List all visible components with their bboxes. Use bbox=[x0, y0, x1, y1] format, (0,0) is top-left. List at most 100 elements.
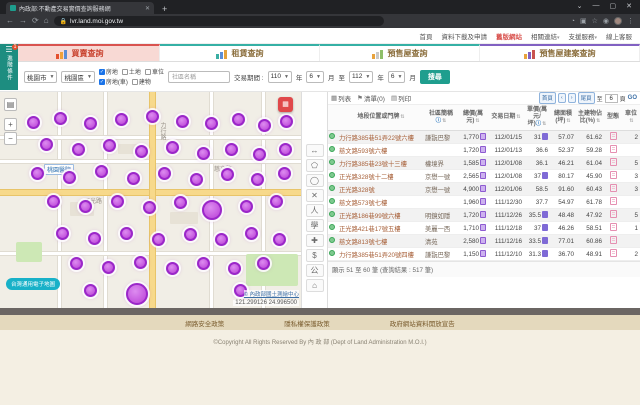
address-link[interactable]: 慈文路813號七樓 bbox=[338, 235, 424, 248]
price-marker[interactable] bbox=[40, 138, 53, 151]
price-detail-icon[interactable] bbox=[480, 133, 486, 140]
extension-icon[interactable]: ◉ bbox=[603, 17, 609, 25]
price-detail-icon[interactable] bbox=[480, 250, 486, 257]
address-link[interactable]: 正光路421巷17號五樓 bbox=[338, 222, 424, 235]
community-name[interactable]: 美麗一西 bbox=[424, 222, 458, 235]
price-marker[interactable] bbox=[135, 145, 148, 158]
price-marker[interactable] bbox=[270, 195, 283, 208]
column-header-交易日期[interactable]: 交易日期 bbox=[488, 105, 524, 131]
address-link[interactable]: 正光路186巷99號六樓 bbox=[338, 209, 424, 222]
price-marker[interactable] bbox=[31, 167, 44, 180]
map-canvas[interactable]: 力行路 正光路 慈文路 桃園醫院 ▤ + − ▦ 台灣通用電子地圖 121.29… bbox=[0, 92, 302, 308]
community-name[interactable]: 權境界 bbox=[424, 157, 458, 170]
address-link[interactable]: 力行路385巷23號十三樓 bbox=[338, 157, 424, 170]
first-page-button[interactable]: 首頁 bbox=[539, 92, 556, 104]
column-header-單價(萬元/坪)[interactable]: 單價(萬元/坪)ⓘ bbox=[524, 105, 550, 131]
table-row[interactable]: 力行路385巷51弄20號四樓謙翫巴黎1,150111/12/1031.336.… bbox=[328, 248, 640, 261]
table-row[interactable]: 力行路385巷51弄22號六樓謙翫巴黎1,770112/01/153157.07… bbox=[328, 131, 640, 144]
map-pin-icon[interactable] bbox=[329, 146, 335, 152]
price-marker[interactable] bbox=[126, 283, 148, 305]
price-marker[interactable] bbox=[84, 284, 97, 297]
price-marker[interactable] bbox=[197, 257, 210, 270]
map-pin-icon[interactable] bbox=[329, 237, 335, 243]
address-link[interactable]: 力行路385巷51弄22號六樓 bbox=[338, 131, 424, 144]
price-marker[interactable] bbox=[158, 167, 171, 180]
table-row[interactable]: 正光路328號京懋一號4,900112/01/0658.591.6060.433 bbox=[328, 183, 640, 196]
to-month-select[interactable]: 6▼ bbox=[388, 71, 406, 83]
price-marker[interactable] bbox=[232, 113, 245, 126]
price-marker[interactable] bbox=[102, 261, 115, 274]
footer-link-網路安全政策[interactable]: 網路安全政策 bbox=[185, 318, 224, 328]
home-poi-icon[interactable]: ⌂ bbox=[306, 279, 324, 292]
map-pin-icon[interactable] bbox=[329, 133, 335, 139]
checkbox-房地(車)[interactable]: ✓房地(車) bbox=[99, 77, 128, 86]
info-icon[interactable]: ⓘ bbox=[436, 118, 442, 124]
column-header-車位[interactable]: 車位 bbox=[622, 105, 640, 131]
column-header-總價(萬元)[interactable]: 總價(萬元) bbox=[458, 105, 488, 131]
nav-link-線上客服[interactable]: 線上客服 bbox=[606, 31, 632, 41]
bank-poi-icon[interactable]: $ bbox=[306, 249, 324, 262]
price-detail-icon[interactable] bbox=[480, 237, 486, 244]
zoom-in-button[interactable]: + bbox=[4, 118, 17, 131]
price-marker[interactable] bbox=[280, 115, 293, 128]
price-marker[interactable] bbox=[228, 262, 241, 275]
price-marker[interactable] bbox=[143, 201, 156, 214]
price-marker[interactable] bbox=[72, 143, 85, 156]
price-marker[interactable] bbox=[205, 117, 218, 130]
checkbox-建物[interactable]: 建物 bbox=[132, 77, 151, 86]
measure-area-icon[interactable]: ⬠ bbox=[306, 159, 324, 172]
tab-租賃查詢[interactable]: 租賃查詢 bbox=[160, 44, 320, 61]
zoom-out-button[interactable]: − bbox=[4, 132, 17, 145]
community-name[interactable]: 謙翫巴黎 bbox=[424, 248, 458, 261]
price-marker[interactable] bbox=[190, 173, 203, 186]
map-attribution[interactable]: © 內政部國土測繪中心 bbox=[244, 290, 299, 298]
unit-price-icon[interactable] bbox=[542, 172, 548, 179]
price-marker[interactable] bbox=[240, 200, 253, 213]
price-marker[interactable] bbox=[152, 233, 165, 246]
price-marker[interactable] bbox=[54, 112, 67, 125]
community-name[interactable] bbox=[424, 196, 458, 209]
building-type-icon[interactable] bbox=[610, 184, 617, 192]
checkbox-房地[interactable]: ✓房地 bbox=[99, 67, 118, 76]
price-marker[interactable] bbox=[103, 139, 116, 152]
map-pin-icon[interactable] bbox=[329, 185, 335, 191]
school-poi-icon[interactable]: 學 bbox=[306, 219, 324, 232]
price-marker[interactable] bbox=[215, 233, 228, 246]
price-marker[interactable] bbox=[127, 172, 140, 185]
table-row[interactable]: 慈文路573號七樓1,960111/12/3037.754.9761.78 bbox=[328, 196, 640, 209]
print-button[interactable]: ▤列印 bbox=[391, 93, 411, 103]
price-marker[interactable] bbox=[221, 168, 234, 181]
price-marker[interactable] bbox=[258, 119, 271, 132]
basemap-button[interactable]: 台灣通用電子地圖 bbox=[6, 278, 60, 290]
price-marker[interactable] bbox=[253, 148, 266, 161]
price-marker[interactable] bbox=[202, 200, 222, 220]
tab-買賣查詢[interactable]: 買賣查詢 bbox=[0, 44, 160, 61]
price-marker[interactable] bbox=[273, 233, 286, 246]
price-marker[interactable] bbox=[134, 256, 147, 269]
extension-icon[interactable]: ☆ bbox=[592, 17, 598, 25]
community-name[interactable] bbox=[424, 144, 458, 157]
saved-list-button[interactable]: ⚑清單(0) bbox=[357, 93, 385, 103]
building-type-icon[interactable] bbox=[610, 171, 617, 179]
column-header-主建物佔比(%)[interactable]: 主建物佔比(%) bbox=[576, 105, 604, 131]
price-marker[interactable] bbox=[120, 227, 133, 240]
price-marker[interactable] bbox=[251, 173, 264, 186]
map-pin-icon[interactable] bbox=[329, 198, 335, 204]
building-type-icon[interactable] bbox=[610, 210, 617, 218]
price-marker[interactable] bbox=[56, 227, 69, 240]
layers-button[interactable]: ▤ bbox=[4, 98, 17, 111]
nav-link-首頁[interactable]: 首頁 bbox=[419, 31, 432, 41]
unit-price-icon[interactable] bbox=[542, 237, 548, 244]
advanced-criteria-toggle[interactable]: ☰ 1 進階條件 bbox=[0, 44, 18, 90]
price-marker[interactable] bbox=[88, 232, 101, 245]
price-marker[interactable] bbox=[111, 195, 124, 208]
price-marker[interactable] bbox=[184, 228, 197, 241]
address-link[interactable]: 正光路328號 bbox=[338, 183, 424, 196]
table-row[interactable]: 力行路385巷23號十三樓權境界1,585112/01/0836.146.216… bbox=[328, 157, 640, 170]
price-detail-icon[interactable] bbox=[480, 146, 486, 153]
nav-link-舊版網站[interactable]: 舊版網站 bbox=[496, 31, 522, 41]
column-header-總面積(坪)[interactable]: 總面積(坪) bbox=[550, 105, 576, 131]
unit-price-icon[interactable] bbox=[542, 250, 548, 257]
community-name[interactable]: 京懋一號 bbox=[424, 183, 458, 196]
nav-link-相關連結[interactable]: 相關連結▾ bbox=[531, 31, 560, 41]
